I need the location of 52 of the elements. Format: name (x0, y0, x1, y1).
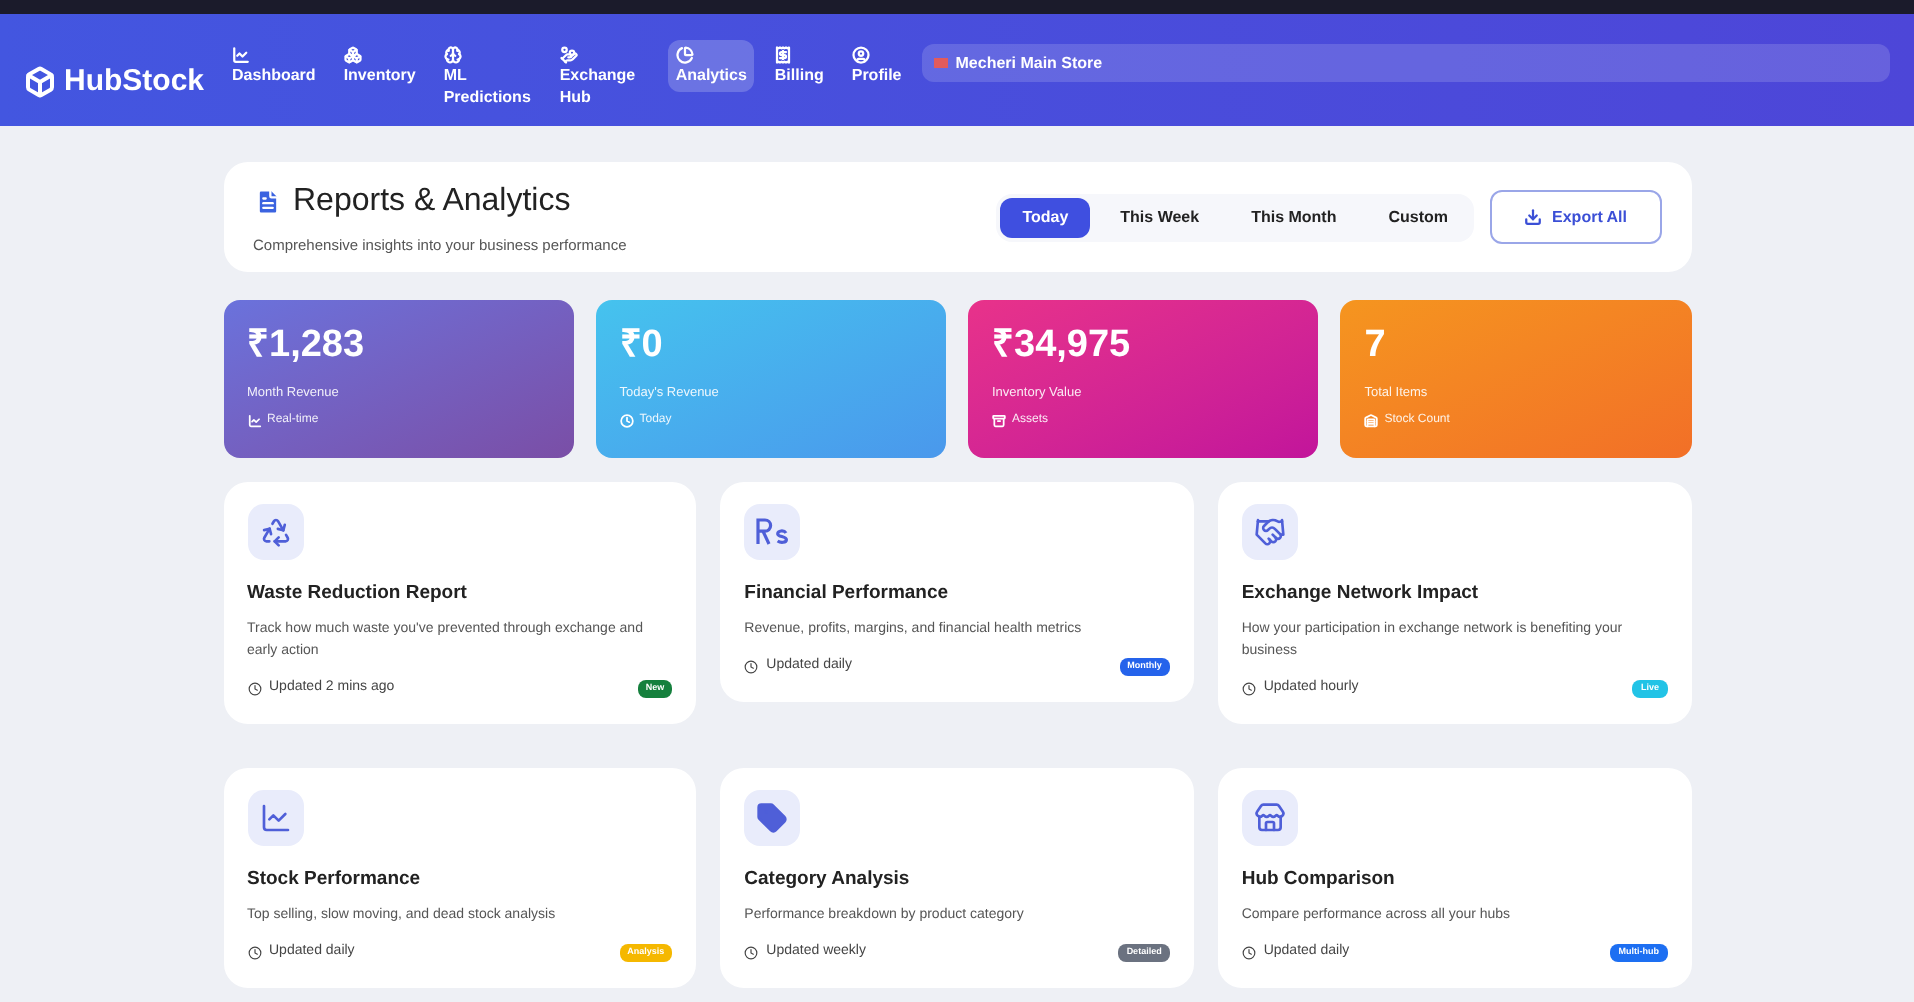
stat-value: ₹1,283 (247, 324, 367, 368)
export-button[interactable]: Export All (1490, 190, 1661, 244)
logo-icon (24, 66, 56, 99)
report-title: Hub Comparison (1241, 865, 1397, 894)
stat-value: ₹0 (619, 324, 665, 368)
nav-item[interactable]: Dashboard (224, 40, 324, 92)
clock-icon (247, 945, 261, 960)
document-icon (253, 187, 281, 216)
stat-value: 7 (1364, 324, 1388, 368)
store-flag-icon (933, 58, 948, 68)
pie-chart-icon (675, 46, 694, 64)
store-selector[interactable]: Mecheri Main Store (921, 44, 1890, 82)
stat-value: ₹34,975 (992, 324, 1133, 368)
report-title: Financial Performance (744, 580, 951, 608)
report-title: Waste Reduction Report (247, 580, 469, 608)
period-tab[interactable]: Today (1000, 197, 1091, 237)
handshake-icon (1241, 504, 1298, 560)
receipt-icon (774, 46, 793, 64)
download-icon (1524, 208, 1543, 226)
recycle-icon (247, 504, 303, 560)
brain-icon (443, 46, 462, 64)
nav-item[interactable]: Inventory (335, 40, 424, 92)
boxes-icon (343, 46, 362, 64)
brand-name[interactable]: HubStock (64, 60, 205, 105)
period-tab[interactable]: Custom (1366, 197, 1471, 237)
nav-item[interactable]: Profile (843, 40, 910, 92)
chart-icon (232, 46, 251, 64)
nav-item[interactable]: Billing (766, 40, 832, 92)
warehouse-icon (1364, 413, 1379, 428)
rupee-icon (744, 504, 801, 560)
report-title: Stock Performance (247, 865, 423, 894)
page-title: Reports & Analytics (293, 181, 571, 222)
clock-icon (619, 413, 634, 428)
nav-item[interactable]: ML Predictions (435, 40, 540, 114)
clock-icon (247, 682, 261, 696)
line-chart-icon (247, 789, 303, 846)
store-icon (1241, 789, 1298, 846)
clock-icon (744, 945, 759, 960)
chart-icon (247, 413, 261, 428)
period-tab[interactable]: This Week (1098, 197, 1222, 237)
tag-icon (744, 789, 801, 846)
clock-icon (744, 660, 759, 674)
clock-icon (1241, 945, 1256, 960)
hand-icon (559, 46, 578, 64)
nav-item[interactable]: Analytics (667, 40, 755, 92)
nav-item[interactable]: Exchange Hub (551, 40, 656, 114)
clock-icon (1241, 682, 1256, 696)
period-tab[interactable]: This Month (1229, 197, 1359, 237)
report-title: Category Analysis (744, 865, 912, 894)
report-title: Exchange Network Impact (1241, 580, 1481, 608)
user-icon (851, 46, 870, 64)
archive-icon (992, 413, 1006, 428)
